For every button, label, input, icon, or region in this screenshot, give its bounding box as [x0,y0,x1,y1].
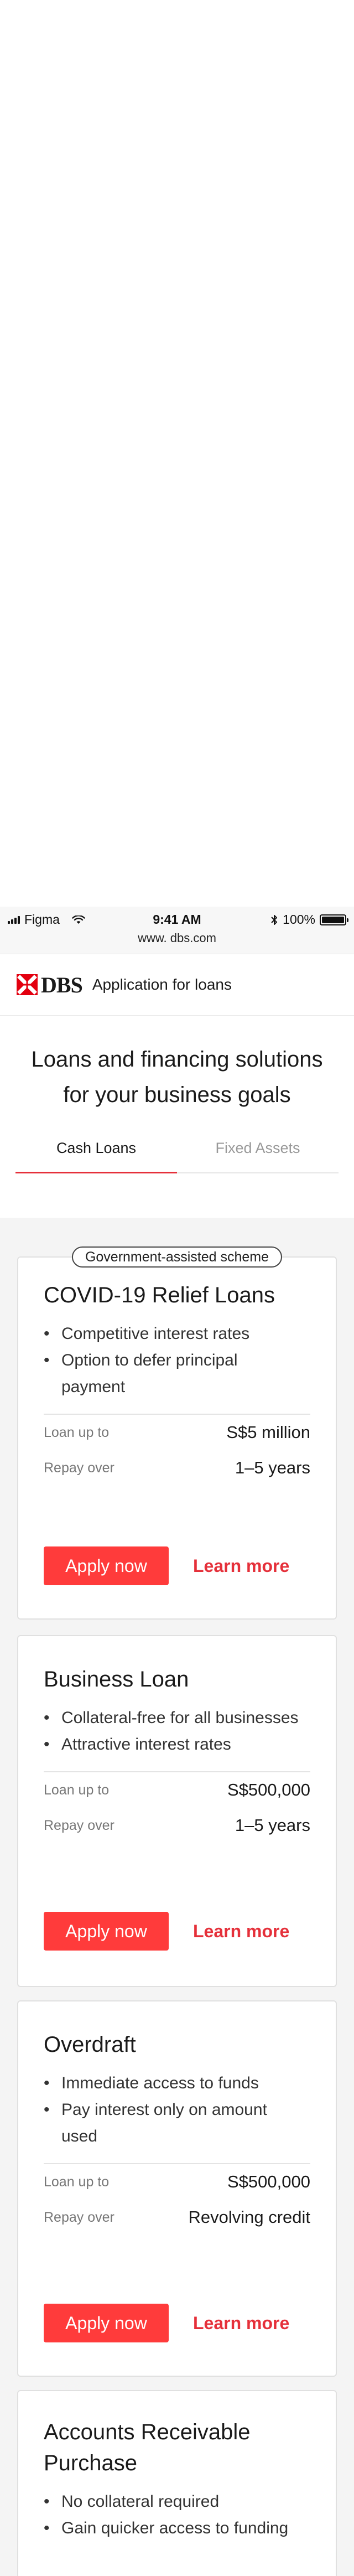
loan-label: Loan up to [44,1424,110,1440]
apply-now-button[interactable]: Apply now [44,1912,169,1951]
loan-value: S$5 million [226,1423,310,1442]
feature-item: Attractive interest rates [44,1731,310,1758]
card-title: Business Loan [44,1667,189,1692]
hero-line-2: for your business goals [63,1083,291,1107]
card-actions: Apply now Learn more [44,1546,289,1585]
feature-list: Immediate access to funds Pay interest o… [44,2070,310,2150]
tab-fixed-assets[interactable]: Fixed Assets [177,1137,339,1172]
loan-card-business: Business Loan Collateral-free for all bu… [17,1635,337,1987]
feature-item: No collateral required [44,2489,310,2515]
tab-cash-loans[interactable]: Cash Loans [15,1137,177,1173]
feature-list: Competitive interest rates Option to def… [44,1321,310,1400]
dbs-star-icon [17,974,38,995]
bluetooth-icon [271,914,278,925]
battery-icon [320,914,348,925]
blank-area [0,0,354,907]
feature-item: Gain quicker access to funding [44,2515,310,2542]
feature-item: payment [61,1378,126,1396]
repay-label: Repay over [44,2209,114,2225]
scheme-badge: Government-assisted scheme [71,1246,283,1268]
card-title-line-2: Purchase [44,2451,137,2475]
dbs-logo[interactable]: DBS [17,972,83,998]
loan-amount-row: Loan up to S$500,000 [44,2164,310,2200]
card-title: Overdraft [44,2032,136,2057]
feature-item: Competitive interest rates [44,1321,310,1347]
loan-card-covid: Government-assisted scheme COVID-19 Reli… [17,1246,337,1620]
loan-value: S$500,000 [227,2172,310,2191]
loan-card-accounts-receivable: Accounts Receivable Purchase No collater… [17,2390,337,2576]
hero-line-1: Loans and financing solutions [31,1047,323,1072]
feature-item: Pay interest only on amount [44,2097,310,2123]
hero-heading: Loans and financing solutions for your b… [0,1016,354,1113]
battery-label: 100% [283,912,315,927]
card-actions: Apply now Learn more [44,2304,289,2342]
loan-amount-row: Loan up to S$500,000 [44,1772,310,1808]
feature-item: Collateral-free for all businesses [44,1705,310,1731]
repay-value: 1–5 years [235,1815,310,1835]
learn-more-link[interactable]: Learn more [193,1556,289,1576]
feature-list: No collateral required Gain quicker acce… [44,2489,310,2542]
card-title-line-1: Accounts Receivable [44,2420,251,2444]
apply-now-button[interactable]: Apply now [44,1546,169,1585]
repay-label: Repay over [44,1817,114,1833]
status-right: 100% [270,912,348,927]
feature-item: Immediate access to funds [44,2070,310,2097]
brand-name: DBS [41,972,83,997]
url-text: www. dbs.com [138,931,216,945]
repay-label: Repay over [44,1460,114,1476]
repay-row: Repay over Revolving credit [44,2200,310,2235]
learn-more-link[interactable]: Learn more [193,2313,289,2334]
apply-now-button[interactable]: Apply now [44,2304,169,2342]
url-bar[interactable]: www. dbs.com [0,930,354,954]
loan-value: S$500,000 [227,1780,310,1799]
repay-row: Repay over 1–5 years [44,1808,310,1843]
loan-label: Loan up to [44,2174,110,2190]
status-bar: Figma 9:41 AM 100% [0,907,354,930]
loan-card-overdraft: Overdraft Immediate access to funds Pay … [17,2000,337,2377]
app-header: DBS Application for loans [0,954,354,1016]
feature-item: Option to defer principal [44,1347,310,1374]
feature-item: used [61,2127,98,2145]
loan-amount-row: Loan up to S$5 million [44,1415,310,1450]
feature-list: Collateral-free for all businesses Attra… [44,1705,310,1758]
repay-row: Repay over 1–5 years [44,1450,310,1486]
repay-value: Revolving credit [188,2207,310,2227]
learn-more-link[interactable]: Learn more [193,1921,289,1942]
page-title: Application for loans [92,976,232,993]
card-actions: Apply now Learn more [44,1912,289,1951]
loan-label: Loan up to [44,1782,110,1798]
repay-value: 1–5 years [235,1458,310,1477]
loan-tabs: Cash Loans Fixed Assets [15,1137,339,1173]
card-title: COVID-19 Relief Loans [44,1283,275,1307]
